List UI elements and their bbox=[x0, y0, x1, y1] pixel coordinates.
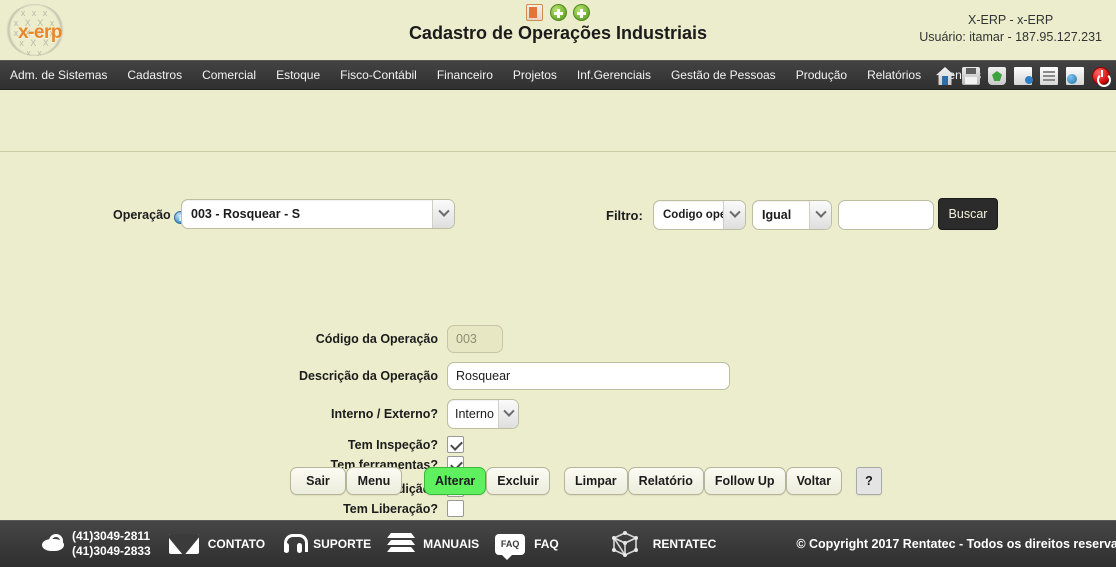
faq-label: FAQ bbox=[534, 537, 559, 551]
help-button[interactable]: ? bbox=[856, 467, 882, 495]
nav-item-cadastros[interactable]: Cadastros bbox=[117, 61, 192, 89]
tem-inspecao-label: Tem Inspeção? bbox=[347, 437, 438, 452]
nav-item-comercial[interactable]: Comercial bbox=[192, 61, 266, 89]
descricao-row: Descrição da Operação bbox=[299, 362, 730, 390]
codigo-input bbox=[447, 325, 503, 353]
page-footer: (41)3049-2811 (41)3049-2833 CONTATO SUPO… bbox=[0, 520, 1116, 567]
rentatec-label: RENTATEC bbox=[652, 537, 717, 551]
phone-number-2: (41)3049-2833 bbox=[72, 544, 151, 558]
interno-externo-label: Interno / Externo? bbox=[331, 407, 438, 421]
save-icon[interactable] bbox=[962, 67, 980, 85]
excluir-button[interactable]: Excluir bbox=[486, 467, 550, 495]
chevron-down-icon bbox=[809, 201, 831, 229]
manuais-label: MANUAIS bbox=[423, 537, 480, 551]
footer-rentatec: RENTATEC bbox=[607, 529, 717, 559]
buscar-button[interactable]: Buscar bbox=[938, 198, 998, 230]
books-icon bbox=[387, 533, 416, 555]
tem-liberacao-row: Tem Liberação? bbox=[343, 500, 464, 517]
sair-button[interactable]: Sair bbox=[290, 467, 346, 495]
phone-icon bbox=[40, 533, 66, 555]
footer-contato[interactable]: CONTATO bbox=[168, 534, 266, 554]
power-off-icon[interactable] bbox=[1092, 67, 1111, 87]
mail-icon bbox=[168, 534, 199, 554]
menu-button[interactable]: Menu bbox=[346, 467, 402, 495]
nav-item-projetos[interactable]: Projetos bbox=[503, 61, 567, 89]
search-document-icon[interactable] bbox=[1066, 67, 1084, 85]
relatorio-button[interactable]: Relatório bbox=[627, 467, 704, 495]
main-navigation: Adm. de Sistemas Cadastros Comercial Est… bbox=[0, 60, 1116, 90]
suporte-label: SUPORTE bbox=[313, 537, 372, 551]
copyright-text: © Copyright 2017 Rentatec - Todos os dir… bbox=[796, 537, 1116, 551]
filtro-condicao-value: Igual bbox=[762, 208, 792, 222]
voltar-button[interactable]: Voltar bbox=[785, 467, 843, 495]
trash-recycle-icon[interactable] bbox=[988, 67, 1006, 85]
nav-item-fisco-contabil[interactable]: Fisco-Contábil bbox=[330, 61, 427, 89]
nav-item-adm-sistemas[interactable]: Adm. de Sistemas bbox=[0, 61, 117, 89]
contato-label: CONTATO bbox=[207, 537, 266, 551]
follow-up-button[interactable]: Follow Up bbox=[703, 467, 786, 495]
list-document-icon[interactable] bbox=[1040, 67, 1058, 85]
add-icon[interactable] bbox=[572, 4, 590, 22]
footer-suporte[interactable]: SUPORTE bbox=[281, 533, 371, 555]
new-document-icon[interactable] bbox=[1014, 67, 1033, 85]
cube-logo-icon bbox=[607, 529, 643, 559]
nav-icon-group bbox=[936, 61, 1111, 91]
nav-item-estoque[interactable]: Estoque bbox=[266, 61, 330, 89]
tem-inspecao-row: Tem Inspeção? bbox=[348, 436, 464, 453]
nav-item-financeiro[interactable]: Financeiro bbox=[427, 61, 503, 89]
codigo-label: Código da Operação bbox=[315, 332, 438, 346]
codigo-row: Código da Operação bbox=[316, 325, 503, 353]
descricao-input[interactable] bbox=[447, 362, 730, 390]
headset-icon bbox=[281, 533, 309, 555]
operacao-select-value: 003 - Rosquear - S bbox=[191, 207, 301, 221]
operacao-label: Operaçãoi bbox=[113, 208, 187, 224]
chevron-down-icon bbox=[498, 400, 518, 428]
filtro-campo-value: Codigo opera bbox=[663, 209, 723, 221]
phone-number-1: (41)3049-2811 bbox=[72, 529, 151, 543]
limpar-button[interactable]: Limpar bbox=[563, 467, 628, 495]
tem-liberacao-checkbox[interactable] bbox=[447, 500, 464, 517]
filtro-condicao-select[interactable]: Igual bbox=[752, 200, 832, 230]
faq-balloon-icon: FAQ bbox=[495, 533, 526, 560]
filter-bar: Operaçãoi 003 - Rosquear - S Filtro: Cod… bbox=[0, 90, 1116, 230]
phone-numbers: (41)3049-2811 (41)3049-2833 bbox=[72, 529, 151, 559]
user-info: X-ERP - x-ERP Usuário: itamar - 187.95.1… bbox=[919, 12, 1102, 46]
nav-item-inf-gerenciais[interactable]: Inf.Gerenciais bbox=[567, 61, 661, 89]
descricao-label: Descrição da Operação bbox=[299, 369, 438, 383]
footer-faq[interactable]: FAQ FAQ bbox=[495, 533, 559, 560]
interno-externo-row: Interno / Externo? Interno bbox=[331, 399, 519, 429]
nav-item-gestao-pessoas[interactable]: Gestão de Pessoas bbox=[661, 61, 786, 89]
excel-export-icon[interactable] bbox=[526, 4, 544, 22]
add-icon[interactable] bbox=[549, 4, 567, 22]
filtro-label: Filtro: bbox=[606, 208, 643, 223]
operacao-select[interactable]: 003 - Rosquear - S bbox=[181, 199, 455, 229]
nav-item-producao[interactable]: Produção bbox=[786, 61, 857, 89]
filtro-campo-select[interactable]: Codigo opera bbox=[653, 200, 746, 230]
user-label: Usuário: itamar - 187.95.127.231 bbox=[919, 30, 1102, 44]
interno-externo-value: Interno bbox=[455, 407, 494, 421]
page-header: x x x x X X x x X X x x X X x x x-erp Ca… bbox=[0, 0, 1116, 60]
tem-liberacao-label: Tem Liberação? bbox=[343, 501, 438, 516]
operacao-label-text: Operação bbox=[113, 208, 171, 222]
home-icon[interactable] bbox=[936, 67, 954, 85]
footer-manuais[interactable]: MANUAIS bbox=[387, 533, 479, 555]
chevron-down-icon bbox=[723, 201, 745, 229]
nav-item-relatorios[interactable]: Relatórios bbox=[857, 61, 931, 89]
chevron-down-icon bbox=[432, 200, 454, 228]
action-button-row: Sair Menu Alterar Excluir Limpar Relatór… bbox=[290, 467, 882, 495]
system-label: X-ERP - x-ERP bbox=[968, 13, 1054, 27]
filtro-valor-input[interactable] bbox=[838, 200, 934, 230]
alterar-button[interactable]: Alterar bbox=[424, 467, 487, 495]
footer-phone: (41)3049-2811 (41)3049-2833 bbox=[40, 529, 151, 559]
tem-inspecao-checkbox[interactable] bbox=[447, 436, 464, 453]
interno-externo-select[interactable]: Interno bbox=[447, 399, 519, 429]
